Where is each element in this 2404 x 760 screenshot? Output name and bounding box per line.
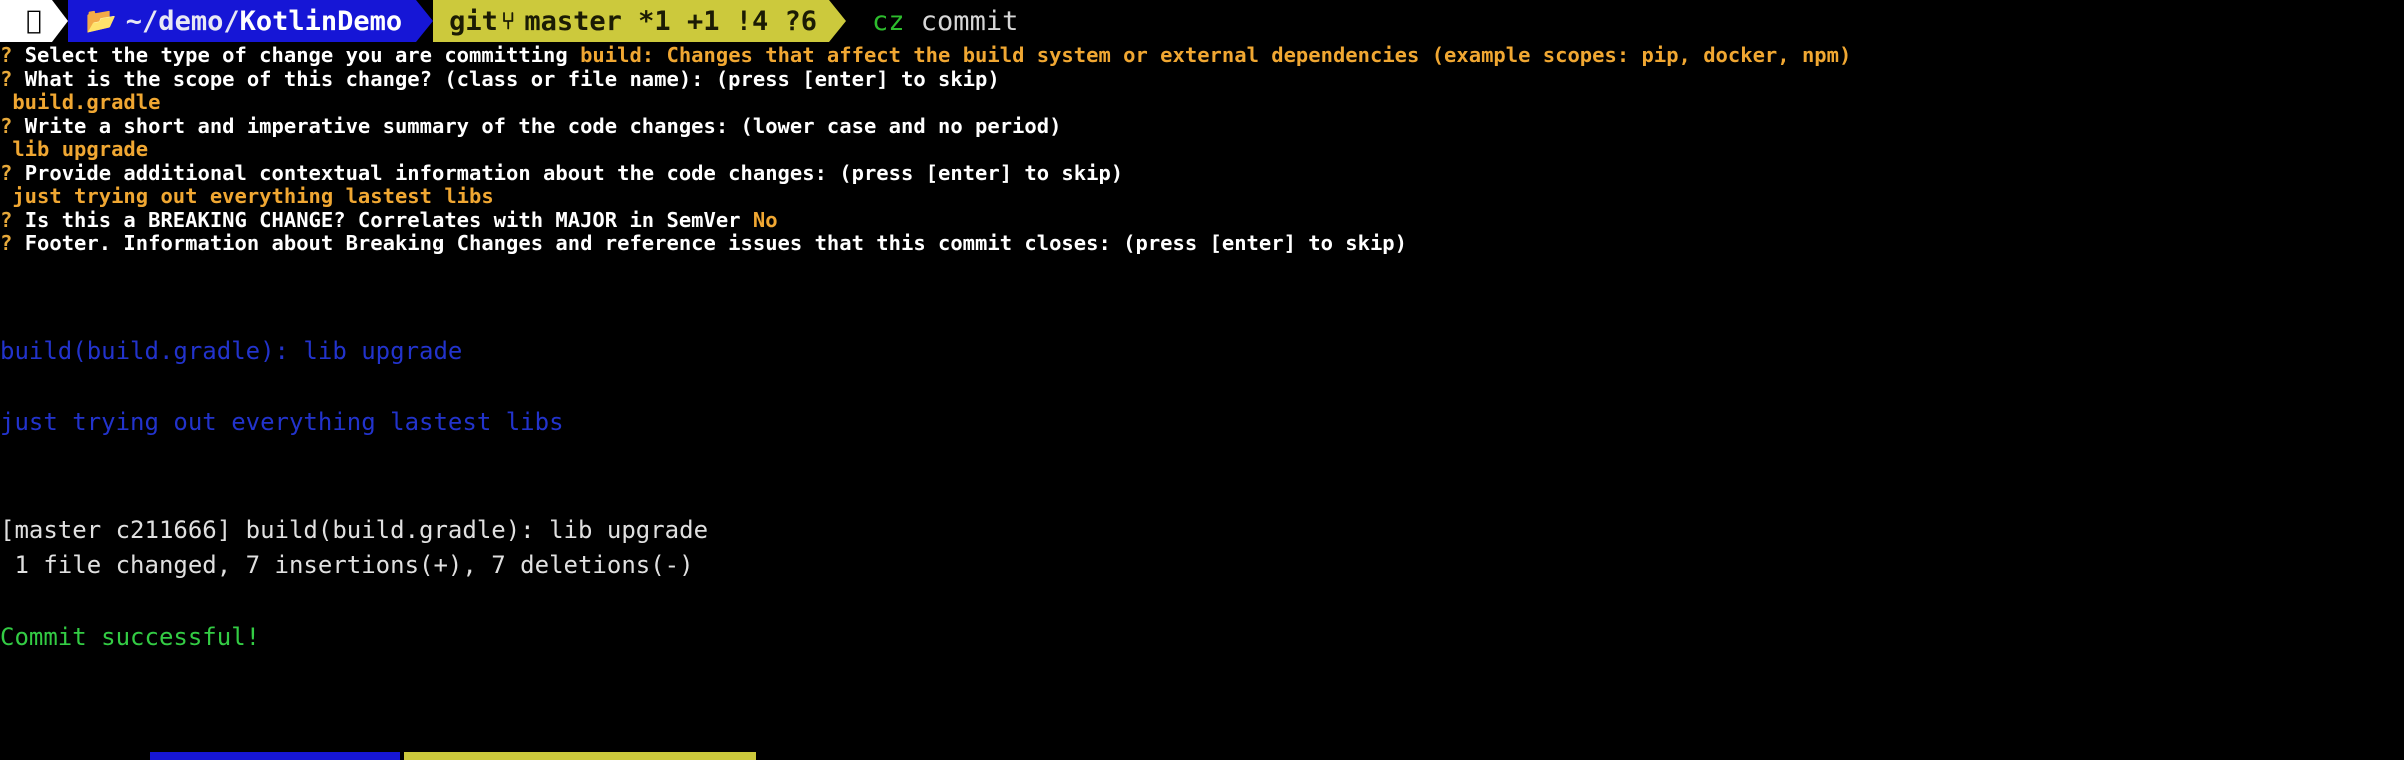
question-marker: ? [0,207,13,232]
command-output: build(build.gradle): lib upgrade just tr… [0,262,2404,656]
git-status-unknown: ?6 [784,5,818,37]
prompt-git-segment: git ⑂ master *1 +1 !4 ?6 [433,0,830,42]
strip-right-pad [756,752,2404,760]
prompt-separator-blue [416,0,434,42]
question-line: ? Footer. Information about Breaking Cha… [0,231,2404,256]
question-marker: ? [0,43,13,67]
prompt-path-prefix: ~/demo/ [125,5,240,37]
output-line: [master c211666] build(build.gradle): li… [0,515,709,544]
output-blank-line [0,441,2404,477]
question-text: Write a short and imperative summary of … [24,113,1062,138]
strip-yellow-indicator [404,752,756,760]
prompt-path-current: KotlinDemo [239,5,403,37]
question-marker: ? [0,66,13,91]
output-line: build(build.gradle): lib upgrade [0,336,463,365]
git-branch-name: master [524,5,622,37]
git-branch-icon: ⑂ [500,7,516,35]
bottom-status-strip [0,752,2404,760]
output-blank-line [0,262,2404,298]
command-args: commit [920,5,1019,37]
answer-line: just trying out everything lastest libs [0,184,494,208]
apple-logo-glyph:  [26,6,42,36]
shell-prompt:  📂 ~/demo/ KotlinDemo git ⑂ master *1 +… [0,0,1018,42]
question-text: What is the scope of this change? (class… [24,66,1000,91]
question-line: ? Is this a BREAKING CHANGE? Correlates … [0,207,2404,233]
answer-line: lib upgrade [0,137,149,161]
question-marker: ? [0,113,13,138]
question-text: Footer. Information about Breaking Chang… [24,231,1407,255]
question-line: ? Select the type of change you are comm… [0,43,2404,68]
output-blank-line [0,477,2404,513]
question-answer: No [752,207,778,232]
commitizen-questionnaire: ? Select the type of change you are comm… [0,43,2404,256]
terminal-window:  📂 ~/demo/ KotlinDemo git ⑂ master *1 +… [0,0,2404,760]
git-status-staged: +1 [686,5,720,37]
question-text: Select the type of change you are commit… [24,43,581,67]
git-status-modified: !4 [735,5,769,37]
strip-blue-indicator [150,752,400,760]
git-label: git [449,5,498,37]
prompt-separator-yellow [829,0,847,42]
question-answer: build: Changes that affect the build sys… [580,43,1852,67]
prompt-path-segment: 📂 ~/demo/ KotlinDemo [67,0,417,42]
command-name: cz [872,5,905,37]
question-line: ? Write a short and imperative summary o… [0,113,2404,139]
strip-left-pad [0,752,150,760]
question-line: ? What is the scope of this change? (cla… [0,66,2404,92]
question-marker: ? [0,160,13,185]
output-blank-line [0,584,2404,620]
output-blank-line [0,298,2404,334]
output-blank-line [0,369,2404,405]
git-status-untracked: *1 [638,5,671,37]
prompt-separator-white [51,0,68,42]
command-line[interactable]: cz commit [846,0,1018,42]
question-text: Is this a BREAKING CHANGE? Correlates wi… [24,207,753,232]
output-line: just trying out everything lastest libs [0,408,564,437]
answer-line: build.gradle [0,90,161,114]
question-text: Provide additional contextual informatio… [24,160,1124,185]
folder-icon: 📂 [85,6,117,35]
output-line: 1 file changed, 7 insertions(+), 7 delet… [0,551,694,580]
question-marker: ? [0,231,13,255]
output-line: Commit successful! [0,622,261,651]
apple-logo-icon:  [0,0,52,42]
question-line: ? Provide additional contextual informat… [0,160,2404,186]
